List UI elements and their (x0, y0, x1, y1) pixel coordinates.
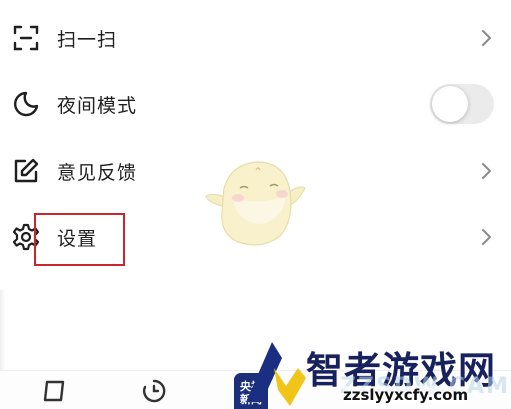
clock-icon[interactable] (141, 378, 167, 404)
chevron-right-icon (482, 30, 491, 46)
menu-item-scan-label: 扫一扫 (57, 28, 118, 51)
chevron-right-icon (482, 229, 491, 245)
watermark-logo-icon (246, 342, 306, 406)
settings-menu-screen: 扫一扫 夜间模式 意见反馈 设置 央视 智者游戏网 zzslyyxcfy.com (0, 0, 511, 409)
night-mode-toggle[interactable] (430, 84, 494, 124)
edge-shadow (0, 290, 6, 370)
menu-item-feedback-label: 意见反馈 (57, 161, 138, 184)
moon-icon (12, 90, 40, 118)
book-icon[interactable] (41, 378, 67, 404)
edit-icon (12, 157, 40, 185)
watermark-url: zzslyyxcfy.com (343, 386, 469, 404)
menu-item-scan[interactable]: 扫一扫 (0, 8, 511, 68)
settings-highlight-box (34, 213, 125, 266)
menu-item-night-mode: 夜间模式 (0, 74, 511, 134)
menu-item-night-mode-label: 夜间模式 (57, 94, 138, 117)
scan-frame-icon (12, 24, 40, 52)
chevron-right-icon (482, 163, 491, 179)
toggle-knob (432, 86, 468, 122)
mascot-illustration (205, 161, 306, 246)
